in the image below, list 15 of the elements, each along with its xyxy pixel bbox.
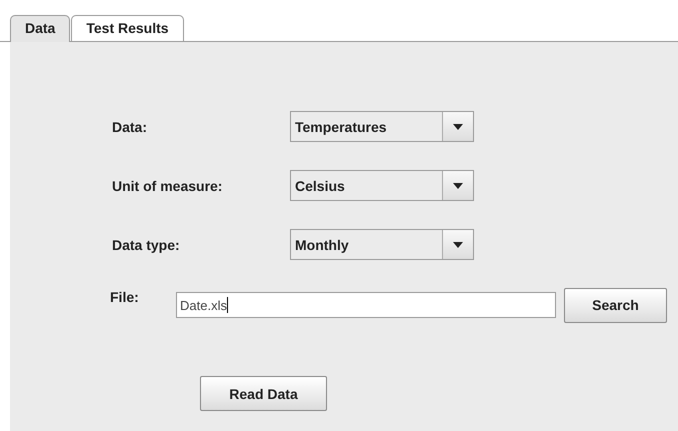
caret-icon <box>453 242 463 248</box>
caret-icon <box>453 124 463 130</box>
field-label: Data: <box>112 118 148 134</box>
dropdown[interactable]: Celsius <box>290 170 474 201</box>
tab[interactable]: Data <box>10 15 70 42</box>
field-label: Unit of measure: <box>112 178 224 194</box>
field-label: Data type: <box>112 236 181 252</box>
dropdown[interactable]: Temperatures <box>290 111 474 142</box>
dropdown[interactable]: Monthly <box>290 229 474 260</box>
caret-icon <box>453 182 463 188</box>
read-data-button[interactable]: Read Data <box>200 376 327 411</box>
search-button[interactable]: Search <box>564 288 667 322</box>
field-label: File: <box>110 288 140 305</box>
input-field[interactable]: Date.xls <box>176 292 556 318</box>
tab[interactable]: Test Results <box>71 15 184 41</box>
